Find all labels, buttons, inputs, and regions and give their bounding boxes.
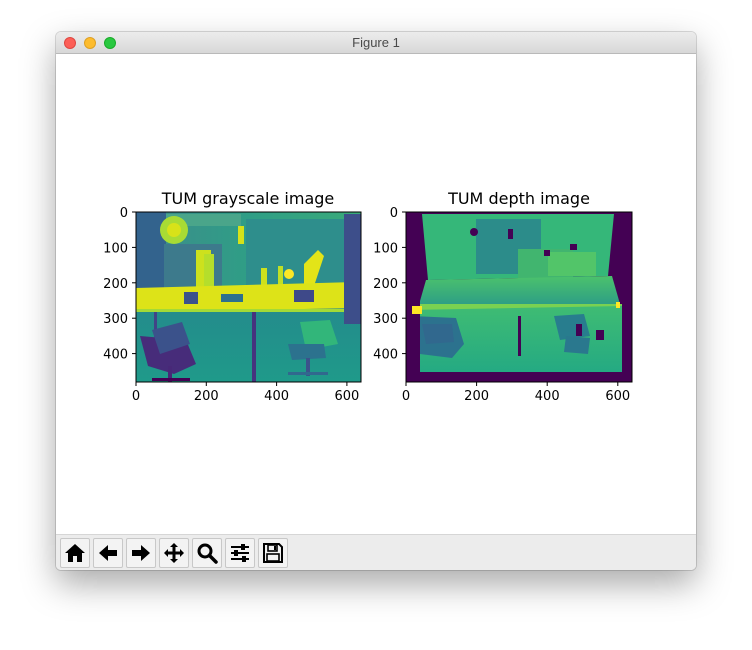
- window-titlebar[interactable]: Figure 1: [56, 32, 696, 54]
- window-title: Figure 1: [352, 35, 400, 50]
- x-tick-label: 400: [535, 389, 560, 404]
- grayscale-title: TUM grayscale image: [161, 189, 335, 208]
- back-arrow-icon: [99, 545, 117, 561]
- home-icon: [65, 544, 85, 562]
- y-tick-label: 200: [373, 277, 398, 292]
- y-tick-label: 400: [373, 348, 398, 363]
- x-tick-label: 400: [264, 389, 289, 404]
- grayscale-y-axis: 0 100 200 300 400: [103, 206, 136, 363]
- y-tick-label: 0: [390, 206, 398, 221]
- grayscale-subplot: TUM grayscale image 0 100 200 300 400 0 …: [103, 189, 362, 404]
- y-tick-label: 100: [103, 241, 128, 256]
- figure-canvas[interactable]: TUM grayscale image 0 100 200 300 400 0 …: [56, 54, 696, 534]
- y-tick-label: 300: [103, 312, 128, 327]
- x-tick-label: 0: [402, 389, 410, 404]
- depth-x-axis: 0 200 400 600: [402, 382, 630, 404]
- y-tick-label: 200: [103, 277, 128, 292]
- depth-image: [406, 212, 632, 382]
- home-button[interactable]: [60, 538, 90, 568]
- save-button[interactable]: [258, 538, 288, 568]
- configure-subplots-button[interactable]: [225, 538, 255, 568]
- y-tick-label: 400: [103, 348, 128, 363]
- zoom-button[interactable]: [192, 538, 222, 568]
- grayscale-image: [136, 212, 361, 382]
- configure-sliders-icon: [231, 544, 249, 562]
- x-tick-label: 200: [194, 389, 219, 404]
- grayscale-x-axis: 0 200 400 600: [132, 382, 359, 404]
- x-tick-label: 600: [334, 389, 359, 404]
- x-tick-label: 200: [464, 389, 489, 404]
- y-tick-label: 0: [120, 206, 128, 221]
- navigation-toolbar: [56, 534, 696, 570]
- figure-window: Figure 1 TUM grayscale image 0 100 200 3…: [56, 32, 696, 570]
- forward-arrow-icon: [132, 545, 150, 561]
- y-tick-label: 300: [373, 312, 398, 327]
- y-tick-label: 100: [373, 241, 398, 256]
- x-tick-label: 0: [132, 389, 140, 404]
- depth-subplot: TUM depth image 0 100 200 300 400 0 200 …: [373, 189, 633, 404]
- back-button[interactable]: [93, 538, 123, 568]
- pan-button[interactable]: [159, 538, 189, 568]
- depth-y-axis: 0 100 200 300 400: [373, 206, 406, 363]
- forward-button[interactable]: [126, 538, 156, 568]
- zoom-magnifier-icon: [197, 543, 218, 564]
- save-floppy-icon: [263, 543, 283, 563]
- x-tick-label: 600: [605, 389, 630, 404]
- figure-svg: TUM grayscale image 0 100 200 300 400 0 …: [103, 189, 633, 404]
- pan-move-icon: [164, 543, 184, 563]
- depth-title: TUM depth image: [447, 189, 590, 208]
